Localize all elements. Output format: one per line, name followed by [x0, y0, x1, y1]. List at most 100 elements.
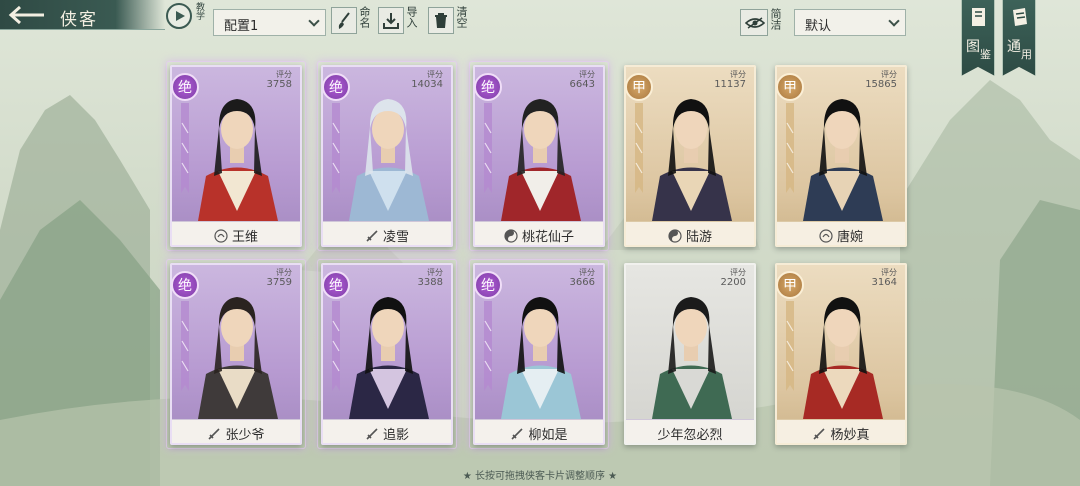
name-bar: 追影	[323, 419, 451, 443]
hero-card[interactable]: 评分 3388 追影 绝	[317, 259, 457, 449]
drag-hint: ★ 长按可拖拽侠客卡片调整顺序 ★	[462, 471, 618, 482]
score-display: 评分 3759	[267, 268, 292, 288]
score-value: 3759	[266, 277, 292, 288]
score-display: 评分 11137	[714, 70, 746, 90]
hero-portrait	[652, 99, 732, 221]
hero-name: 追影	[382, 428, 409, 443]
hero-card[interactable]: 评分 14034 凌雪 绝	[317, 61, 457, 251]
hero-portrait	[349, 297, 429, 419]
hero-card[interactable]: 评分 2200 少年忽必烈	[624, 263, 756, 445]
download-icon	[383, 13, 399, 29]
general-banner[interactable]: 通 用	[1002, 0, 1036, 76]
hero-card[interactable]: 评分 3164 杨妙真 甲	[775, 263, 907, 445]
simple-mode-label: 简洁	[769, 8, 782, 30]
rank-ribbon	[181, 301, 189, 391]
import-button[interactable]	[378, 7, 404, 34]
hero-card[interactable]: 评分 11137 陆游 甲	[624, 65, 756, 247]
score-display: 评分 15865	[865, 70, 897, 90]
name-bar: 唐婉	[777, 221, 905, 245]
rank-ribbon	[786, 301, 794, 391]
score-value: 6643	[569, 79, 595, 90]
hero-card[interactable]: 评分 6643 桃花仙子 绝	[469, 61, 609, 251]
book-icon	[972, 8, 985, 26]
tutorial-button[interactable]	[166, 3, 192, 29]
atlas-banner[interactable]: 图 鉴	[961, 0, 995, 76]
simple-mode-button[interactable]	[740, 9, 768, 36]
hero-card[interactable]: 评分 3666 柳如是 绝	[469, 259, 609, 449]
back-arrow-icon[interactable]	[8, 4, 48, 26]
hero-name: 陆游	[685, 230, 712, 245]
score-display: 评分 6643	[570, 70, 595, 90]
rank-badge: 绝	[171, 73, 199, 101]
rank-badge: 甲	[625, 73, 653, 101]
hero-portrait	[501, 99, 581, 221]
rank-ribbon	[786, 103, 794, 193]
config-value: 配置1	[224, 19, 259, 34]
import-label: 导入	[405, 6, 418, 28]
spiral-icon	[819, 229, 833, 243]
sort-value: 默认	[805, 19, 832, 34]
name-bar: 柳如是	[475, 419, 603, 443]
rank-badge: 甲	[776, 73, 804, 101]
name-bar: 王维	[172, 221, 300, 245]
name-bar: 桃花仙子	[475, 221, 603, 245]
score-value: 11137	[714, 79, 746, 90]
sort-dropdown[interactable]: 默认	[794, 9, 906, 36]
name-bar: 少年忽必烈	[626, 419, 754, 443]
config-dropdown[interactable]: 配置1	[213, 9, 326, 36]
hero-name: 张少爷	[225, 428, 265, 443]
score-display: 评分 2200	[721, 268, 746, 288]
rank-ribbon	[635, 103, 643, 193]
name-bar: 杨妙真	[777, 419, 905, 443]
hero-portrait	[501, 297, 581, 419]
score-value: 14034	[411, 79, 443, 90]
back-tab[interactable]: 侠客	[0, 0, 165, 30]
hero-card[interactable]: 评分 3759 张少爷 绝	[166, 259, 306, 449]
rank-badge: 绝	[171, 271, 199, 299]
score-value: 3666	[569, 277, 595, 288]
sword-icon	[208, 428, 221, 440]
general-label-1: 通	[1007, 39, 1021, 55]
clear-button[interactable]	[428, 7, 454, 34]
sword-icon	[511, 428, 524, 440]
score-value: 3758	[266, 79, 292, 90]
score-value: 3164	[871, 277, 897, 288]
spiral-icon	[214, 229, 228, 243]
rank-badge: 甲	[776, 271, 804, 299]
score-display: 评分 3388	[418, 268, 443, 288]
sword-icon	[366, 230, 378, 242]
atlas-label-1: 图	[966, 39, 980, 55]
hero-name: 杨妙真	[830, 428, 870, 443]
rank-badge: 绝	[474, 73, 502, 101]
hero-portrait	[349, 99, 429, 221]
tutorial-label: 教学	[194, 2, 204, 20]
hero-name: 凌雪	[382, 230, 409, 245]
brush-icon	[338, 12, 350, 29]
rank-ribbon	[332, 301, 340, 391]
hero-name: 王维	[231, 230, 258, 245]
top-bar: 侠客 教学 配置1 命名 导入 清空 简洁 默认 图 鉴 通 用	[0, 0, 1080, 76]
general-label-2: 用	[1021, 48, 1032, 61]
hero-portrait	[198, 297, 278, 419]
yinyang-icon	[668, 229, 682, 243]
sword-icon	[813, 428, 826, 440]
trash-icon	[435, 13, 447, 28]
hero-card[interactable]: 评分 3758 王维 绝	[166, 61, 306, 251]
hero-portrait	[803, 297, 883, 419]
hero-name: 桃花仙子	[521, 230, 574, 245]
atlas-label-2: 鉴	[980, 48, 991, 61]
score-value: 2200	[720, 277, 746, 288]
rank-badge: 绝	[474, 271, 502, 299]
rank-ribbon	[484, 103, 492, 193]
yinyang-icon	[504, 229, 518, 243]
play-icon	[176, 11, 185, 21]
chevron-down-icon	[888, 15, 900, 27]
rank-ribbon	[484, 301, 492, 391]
rename-label: 命名	[358, 6, 371, 28]
clear-label: 清空	[455, 6, 468, 28]
rank-ribbon	[332, 103, 340, 193]
page-title: 侠客	[60, 10, 98, 30]
hero-card[interactable]: 评分 15865 唐婉 甲	[775, 65, 907, 247]
score-display: 评分 3666	[570, 268, 595, 288]
rename-button[interactable]	[331, 7, 357, 34]
